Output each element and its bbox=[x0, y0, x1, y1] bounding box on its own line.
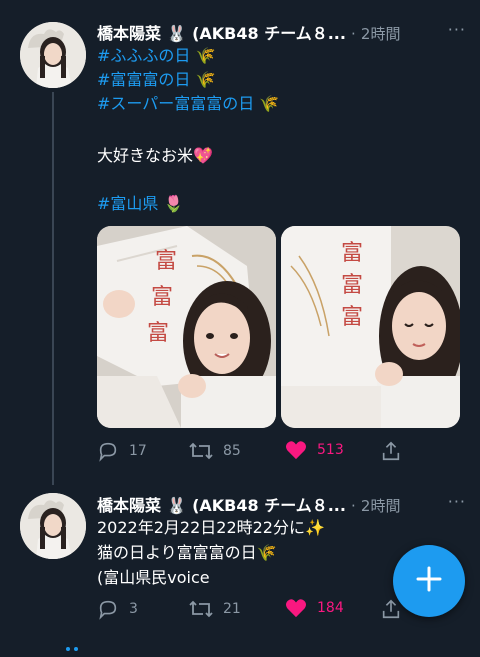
separator: · bbox=[351, 25, 356, 43]
reply-button[interactable]: 17 bbox=[97, 440, 147, 462]
tweet-text-line-1: 2022年2月22日22時22分に✨ bbox=[97, 518, 325, 537]
tweet-1[interactable]: 橋本陽菜 🐰 (AKB48 チーム８... · 2時間 ··· #ふふふの日 🌾… bbox=[0, 0, 480, 485]
hashtag-toyama[interactable]: #富山県 🌷 bbox=[97, 192, 183, 216]
partial-content-indicator bbox=[64, 638, 84, 657]
tweet-actions: 17 85 513 bbox=[97, 440, 460, 462]
thread-line bbox=[52, 92, 54, 485]
like-button[interactable]: 513 bbox=[285, 440, 344, 460]
tweet-text: 大好きなお米💖 bbox=[97, 146, 213, 165]
bag-text-2: 富 bbox=[151, 285, 173, 310]
bag-text-6: 富 bbox=[341, 305, 363, 330]
hashtag-super-fufufu[interactable]: #スーパー富富富の日 🌾 bbox=[97, 92, 279, 116]
retweet-count: 85 bbox=[223, 443, 241, 459]
reply-button[interactable]: 3 bbox=[97, 598, 138, 620]
reply-count: 3 bbox=[129, 601, 138, 617]
display-name[interactable]: 橋本陽菜 🐰 (AKB48 チーム８... bbox=[97, 496, 346, 515]
tweet-text-line-2: 猫の日より富富富の日🌾 bbox=[97, 543, 277, 562]
timestamp[interactable]: 2時間 bbox=[361, 497, 401, 515]
separator: · bbox=[351, 497, 356, 515]
like-button[interactable]: 184 bbox=[285, 598, 344, 618]
like-count: 184 bbox=[317, 600, 344, 616]
reply-count: 17 bbox=[129, 443, 147, 459]
avatar[interactable] bbox=[20, 22, 86, 88]
heart-icon bbox=[285, 440, 307, 460]
plus-icon bbox=[416, 566, 442, 596]
bag-text-5: 富 bbox=[341, 273, 363, 298]
hashtag-fufufu-kanji[interactable]: #富富富の日 🌾 bbox=[97, 68, 215, 92]
reply-icon bbox=[97, 440, 119, 462]
tweet-photo-1[interactable]: 富 富 富 bbox=[97, 226, 276, 428]
compose-tweet-button[interactable] bbox=[393, 545, 465, 617]
retweet-count: 21 bbox=[223, 601, 241, 617]
bag-text-1: 富 bbox=[155, 249, 177, 274]
retweet-button[interactable]: 85 bbox=[189, 440, 241, 462]
share-icon bbox=[380, 440, 402, 462]
share-button[interactable] bbox=[380, 440, 402, 462]
bag-text-3: 富 bbox=[147, 321, 169, 346]
like-count: 513 bbox=[317, 442, 344, 458]
display-name[interactable]: 橋本陽菜 🐰 (AKB48 チーム８... bbox=[97, 24, 346, 43]
more-icon[interactable]: ··· bbox=[448, 492, 466, 511]
retweet-icon bbox=[189, 440, 213, 462]
tweet-photo-2[interactable]: 富 富 富 bbox=[281, 226, 460, 428]
timestamp[interactable]: 2時間 bbox=[361, 25, 401, 43]
tweet-text-line-3: (富山県民voice bbox=[97, 568, 210, 587]
reply-icon bbox=[97, 598, 119, 620]
more-icon[interactable]: ··· bbox=[448, 20, 466, 39]
hashtag-fufufu[interactable]: #ふふふの日 🌾 bbox=[97, 44, 215, 68]
avatar[interactable] bbox=[20, 493, 86, 559]
retweet-button[interactable]: 21 bbox=[189, 598, 241, 620]
retweet-icon bbox=[189, 598, 213, 620]
bag-text-4: 富 bbox=[341, 241, 363, 266]
tweet-header: 橋本陽菜 🐰 (AKB48 チーム８... · 2時間 bbox=[97, 20, 401, 43]
tweet-header: 橋本陽菜 🐰 (AKB48 チーム８... · 2時間 bbox=[97, 492, 401, 515]
heart-icon bbox=[285, 598, 307, 618]
